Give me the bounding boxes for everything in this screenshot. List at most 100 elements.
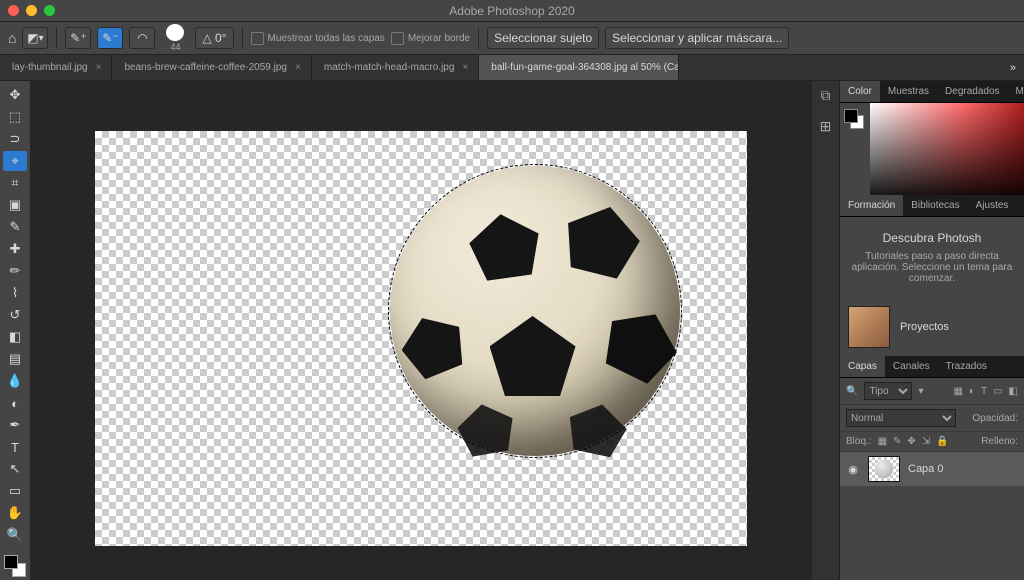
tool-clone[interactable]: ⌇: [3, 283, 27, 303]
angle-icon: △: [202, 31, 211, 45]
document-tab[interactable]: lay-thumbnail.jpg ×: [0, 55, 112, 80]
panel-tab[interactable]: Muestras: [880, 81, 937, 102]
tool-quick-select[interactable]: ⌖: [3, 151, 27, 171]
document-tab[interactable]: beans-brew-caffeine-coffee-2059.jpg ×: [112, 55, 311, 80]
tool-pen[interactable]: ✒: [3, 415, 27, 435]
panel-tab[interactable]: Bibliotecas: [903, 195, 967, 216]
sample-all-label: Muestrear todas las capas: [268, 33, 385, 44]
refine-edge-checkbox[interactable]: Mejorar borde: [391, 32, 470, 45]
foreground-background-colors[interactable]: [4, 555, 26, 577]
close-tab-icon[interactable]: ×: [462, 62, 468, 73]
tool-marquee[interactable]: ⬚: [3, 107, 27, 127]
dock-icon-1[interactable]: ⧉: [821, 87, 831, 104]
tool-hand[interactable]: ✋: [3, 503, 27, 523]
learn-thumbnail: [848, 306, 890, 348]
tool-brush[interactable]: ✏: [3, 261, 27, 281]
panel-tab[interactable]: Formación: [840, 195, 903, 216]
subtract-from-selection-icon[interactable]: ✎⁻: [97, 27, 123, 49]
tool-preset-picker[interactable]: ◩▾: [22, 27, 48, 49]
document-tabs: lay-thumbnail.jpg×beans-brew-caffeine-co…: [0, 55, 1024, 81]
refine-edge-label: Mejorar borde: [408, 33, 470, 44]
tool-frame[interactable]: ▣: [3, 195, 27, 215]
select-subject-button[interactable]: Seleccionar sujeto: [487, 27, 599, 49]
tool-eraser[interactable]: ◧: [3, 327, 27, 347]
options-bar: ⌂ ◩▾ ✎⁺ ✎⁻ ◠ 44 △ 0° Muestrear todas las…: [0, 22, 1024, 55]
tool-dodge[interactable]: ◐: [3, 393, 27, 413]
canvas-area[interactable]: [30, 81, 811, 580]
tool-zoom[interactable]: 🔍: [3, 525, 27, 545]
angle-value: 0°: [215, 31, 226, 45]
brush-size-value: 44: [170, 42, 180, 52]
panel-tab[interactable]: Motiv: [1008, 81, 1024, 102]
brush-preview[interactable]: 44: [161, 24, 189, 52]
tool-crop[interactable]: ⌗: [3, 173, 27, 193]
close-tab-icon[interactable]: ×: [295, 62, 301, 73]
color-picker-field[interactable]: [870, 103, 1024, 195]
workspace: ✥⬚⊃⌖⌗▣✎✚✏⌇↺◧▤💧◐✒T↖▭✋🔍 ⧉ ⊞ ColorMuestrasD…: [0, 81, 1024, 580]
panel-tab[interactable]: Canales: [885, 356, 938, 377]
color-panel: [840, 103, 1024, 195]
layers-panel-tabs: CapasCanalesTrazados: [840, 356, 1024, 378]
panel-tab[interactable]: Degradados: [937, 81, 1007, 102]
lock-trans-icon[interactable]: ▦: [878, 436, 887, 447]
filter-shape-icon[interactable]: ▭: [993, 386, 1002, 397]
panel-tab[interactable]: Trazados: [938, 356, 995, 377]
tool-history-brush[interactable]: ↺: [3, 305, 27, 325]
tool-gradient[interactable]: ▤: [3, 349, 27, 369]
panel-tab[interactable]: Ajustes: [968, 195, 1017, 216]
tool-eyedropper[interactable]: ✎: [3, 217, 27, 237]
document-tab[interactable]: match-match-head-macro.jpg×: [312, 55, 479, 80]
filter-smart-icon[interactable]: ◧: [1009, 386, 1018, 397]
toolbox: ✥⬚⊃⌖⌗▣✎✚✏⌇↺◧▤💧◐✒T↖▭✋🔍: [0, 81, 30, 580]
document-tab[interactable]: ball-fun-game-goal-364308.jpg al 50% (Ca…: [479, 55, 679, 80]
layer-thumbnail[interactable]: [868, 456, 900, 482]
brush-angle[interactable]: △ 0°: [195, 27, 233, 49]
minimize-icon[interactable]: [26, 5, 37, 16]
chevron-down-icon[interactable]: ▾: [918, 386, 923, 397]
home-icon[interactable]: ⌂: [8, 30, 16, 46]
filter-adjust-icon[interactable]: ◐: [969, 386, 975, 397]
select-and-mask-button[interactable]: Seleccionar y aplicar máscara...: [605, 27, 789, 49]
tool-lasso[interactable]: ⊃: [3, 129, 27, 149]
tool-blur[interactable]: 💧: [3, 371, 27, 391]
brush-settings-icon[interactable]: ◠: [129, 27, 155, 49]
color-swatch-pair[interactable]: [840, 103, 870, 195]
blend-mode-select[interactable]: Normal: [846, 409, 956, 427]
foreground-swatch[interactable]: [844, 109, 858, 123]
dock-icon-2[interactable]: ⊞: [820, 118, 832, 135]
document-tab-label: beans-brew-caffeine-coffee-2059.jpg: [124, 62, 287, 73]
separator: [242, 27, 243, 49]
document-tab-label: lay-thumbnail.jpg: [12, 62, 88, 73]
learn-description: Tutoriales paso a paso directa aplicació…: [850, 251, 1014, 284]
visibility-icon[interactable]: ◉: [846, 463, 860, 476]
lock-all-icon[interactable]: 🔒: [936, 436, 948, 447]
tool-heal[interactable]: ✚: [3, 239, 27, 259]
separator: [56, 27, 57, 49]
foreground-color[interactable]: [4, 555, 18, 569]
tool-move[interactable]: ✥: [3, 85, 27, 105]
tabs-overflow-icon[interactable]: »: [1002, 55, 1024, 80]
layer-name[interactable]: Capa 0: [908, 463, 943, 475]
panel-tab[interactable]: Capas: [840, 356, 885, 377]
panel-tab[interactable]: Color: [840, 81, 880, 102]
tool-path-select[interactable]: ↖: [3, 459, 27, 479]
filter-type-icon[interactable]: T: [981, 386, 987, 397]
layer-row[interactable]: ◉ Capa 0: [840, 452, 1024, 486]
canvas[interactable]: [95, 131, 747, 546]
learn-card-projects[interactable]: Proyectos: [840, 298, 1024, 356]
filter-pixel-icon[interactable]: ▦: [953, 386, 962, 397]
layer-filter-kind[interactable]: Tipo: [864, 382, 912, 400]
maximize-icon[interactable]: [44, 5, 55, 16]
fill-label: Relleno:: [981, 436, 1018, 447]
learn-panel-tabs: FormaciónBibliotecasAjustes: [840, 195, 1024, 217]
add-to-selection-icon[interactable]: ✎⁺: [65, 27, 91, 49]
tool-type[interactable]: T: [3, 437, 27, 457]
close-icon[interactable]: [8, 5, 19, 16]
lock-image-icon[interactable]: ✎: [893, 436, 901, 447]
lock-nest-icon[interactable]: ⇲: [922, 436, 930, 447]
search-icon[interactable]: 🔍: [846, 386, 858, 397]
tool-rectangle[interactable]: ▭: [3, 481, 27, 501]
lock-pos-icon[interactable]: ✥: [907, 436, 915, 447]
sample-all-layers-checkbox[interactable]: Muestrear todas las capas: [251, 32, 385, 45]
close-tab-icon[interactable]: ×: [96, 62, 102, 73]
